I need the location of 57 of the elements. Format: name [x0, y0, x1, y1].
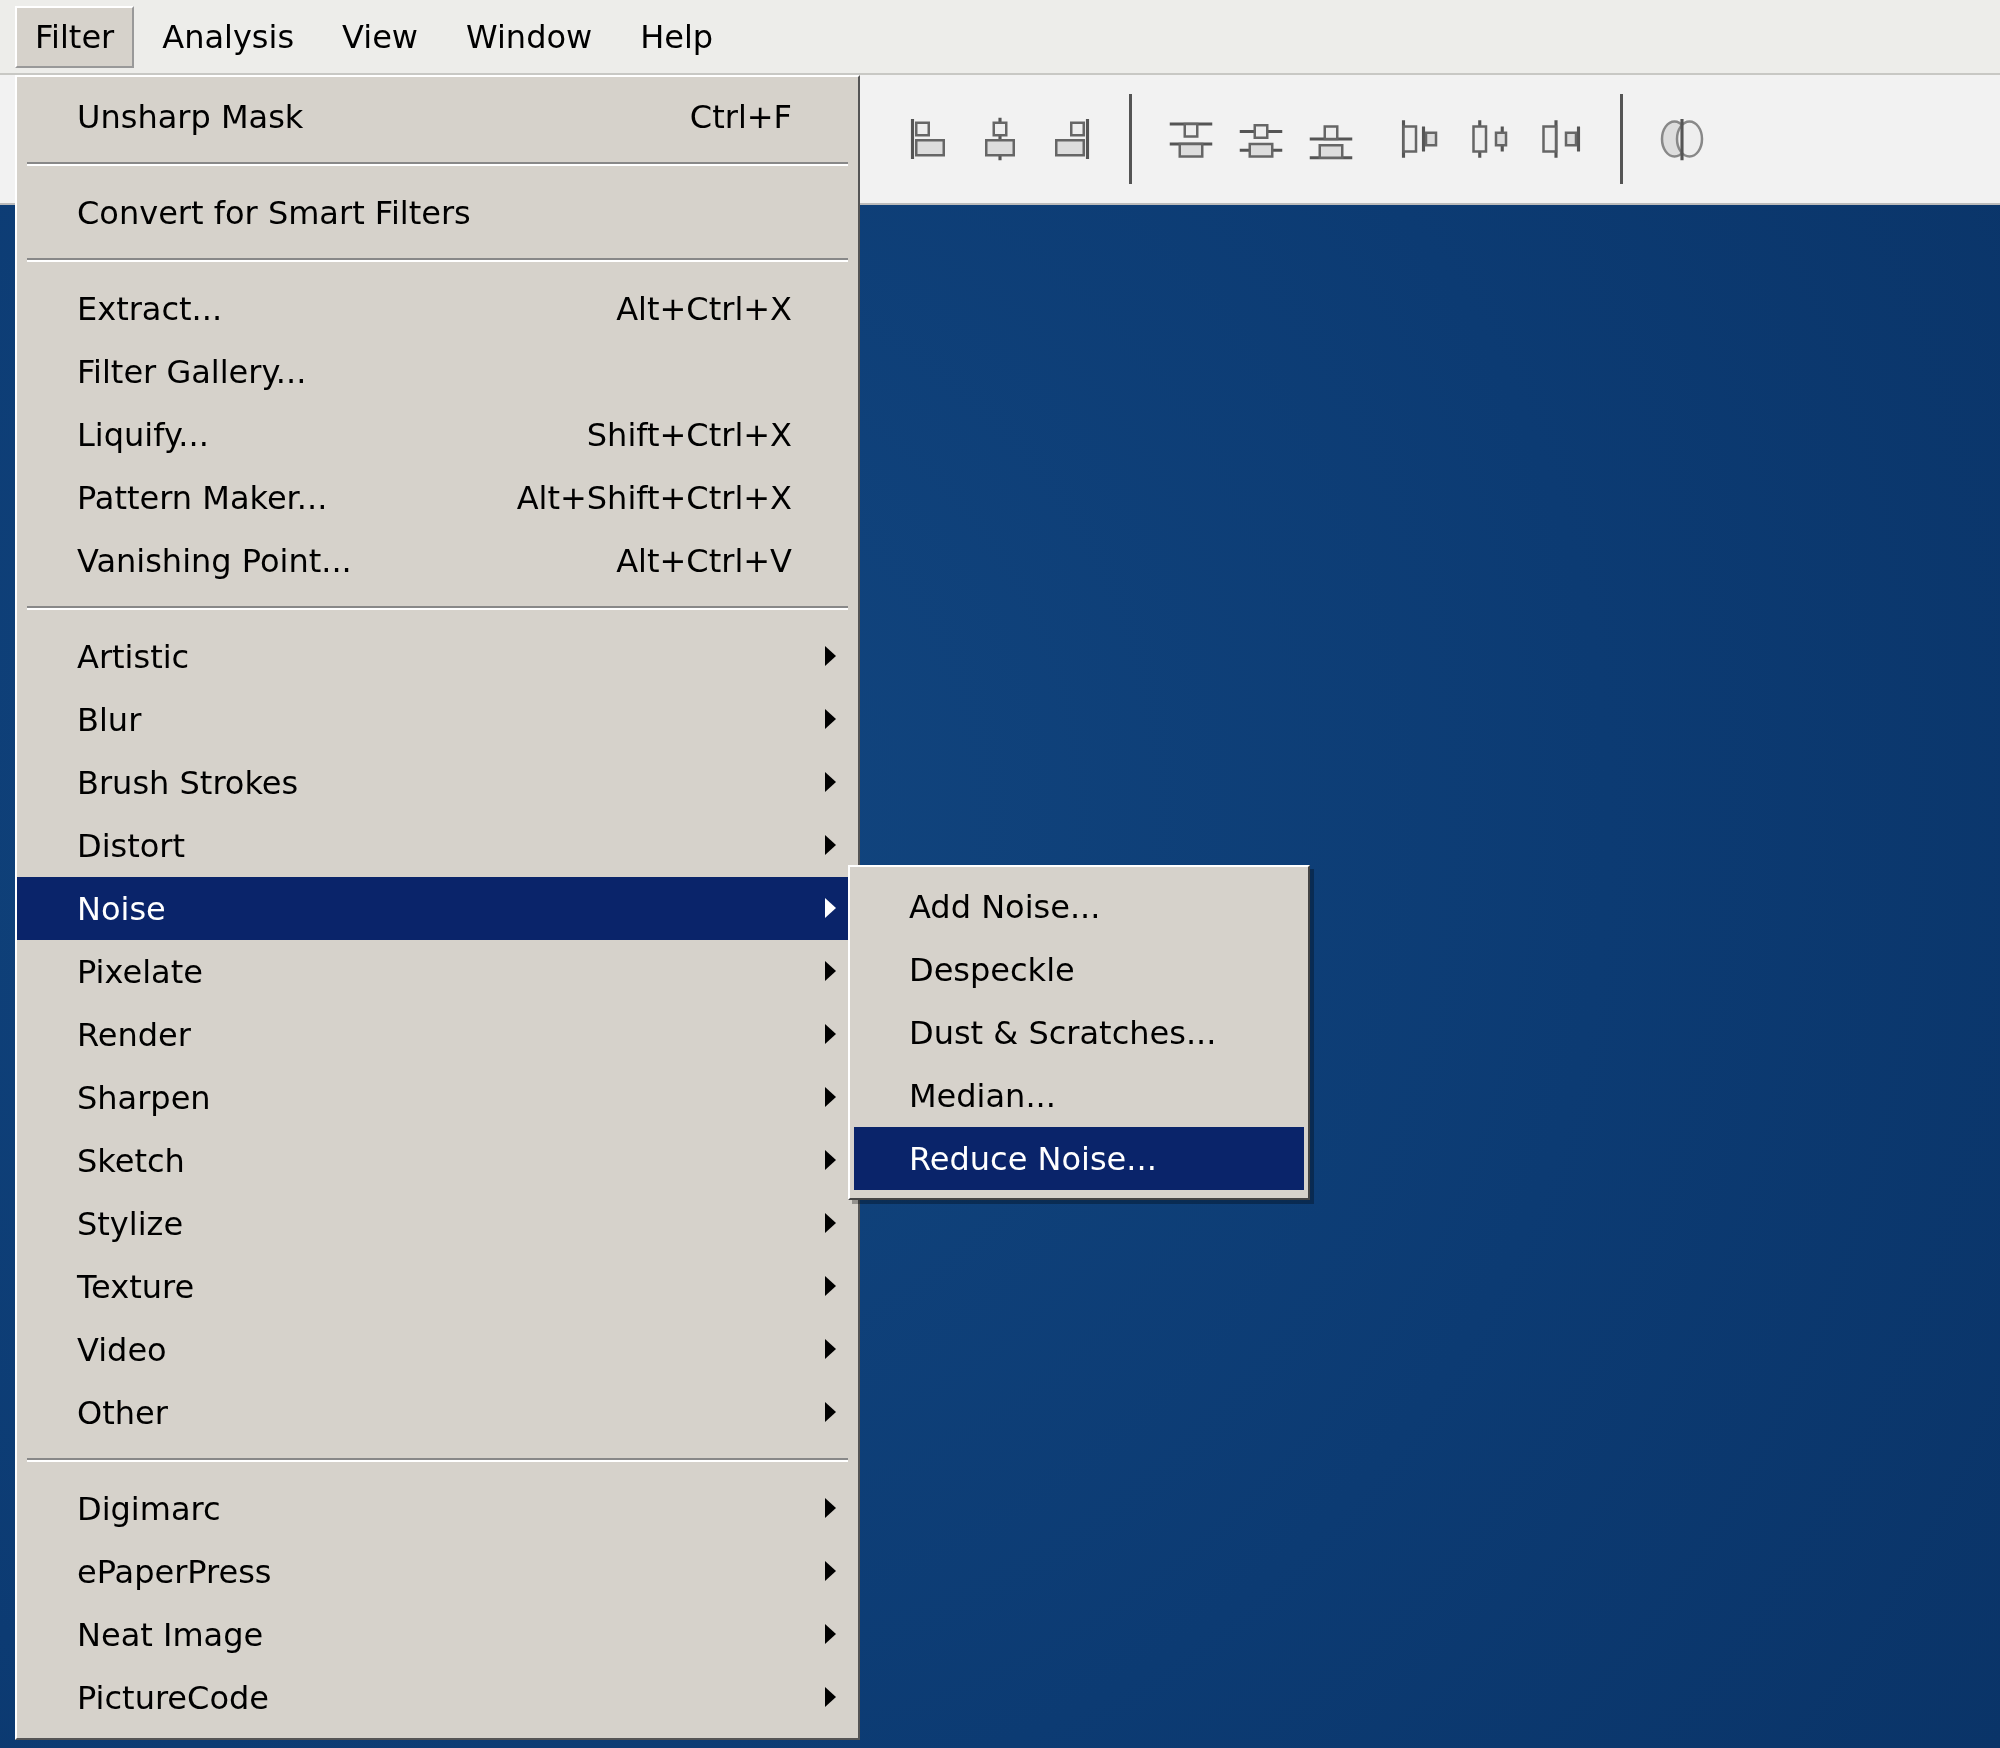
menu-item[interactable]: Blur — [17, 688, 858, 751]
menu-item[interactable]: Extract... Alt+Ctrl+X — [17, 277, 858, 340]
menu-item[interactable]: Stylize — [17, 1192, 858, 1255]
menu-item-label: Extract... — [77, 289, 223, 328]
menu-item[interactable]: PictureCode — [17, 1666, 858, 1729]
menu-item-label: Video — [77, 1330, 167, 1369]
menu-item-label: Unsharp Mask — [77, 97, 304, 136]
submenu-item[interactable]: Despeckle — [854, 938, 1304, 1001]
menu-item-label: Digimarc — [77, 1489, 221, 1528]
shortcut-label: Ctrl+F — [689, 97, 792, 136]
menu-bar-item[interactable]: Analysis — [142, 5, 315, 68]
submenu-item[interactable]: Dust & Scratches... — [854, 1001, 1304, 1064]
menu-item[interactable]: Convert for Smart Filters — [17, 181, 858, 244]
menu-item[interactable]: Vanishing Point... Alt+Ctrl+V — [17, 529, 858, 592]
menu-item-label: Stylize — [77, 1204, 184, 1243]
menu-item[interactable]: Neat Image — [17, 1603, 858, 1666]
menu-item-label: Noise — [77, 889, 166, 928]
menu-item-label: Texture — [77, 1267, 195, 1306]
menu-item[interactable]: Other — [17, 1381, 858, 1444]
menu-item-label: Render — [77, 1015, 191, 1054]
menu-item-label: Vanishing Point... — [77, 541, 352, 580]
menu-item-label: Filter Gallery... — [77, 352, 307, 391]
menu-item-label: PictureCode — [77, 1678, 269, 1717]
menu-bar-item[interactable]: View — [322, 5, 439, 68]
menu-item-label: Other — [77, 1393, 168, 1432]
shortcut-label: Alt+Shift+Ctrl+X — [516, 478, 792, 517]
menu-item-label: Brush Strokes — [77, 763, 299, 802]
menu-item-label: Liquify... — [77, 415, 209, 454]
shortcut-label: Alt+Ctrl+X — [616, 289, 792, 328]
menu-item[interactable]: Brush Strokes — [17, 751, 858, 814]
menu-item[interactable]: Pattern Maker... Alt+Shift+Ctrl+X — [17, 466, 858, 529]
submenu-item[interactable]: Reduce Noise... — [854, 1127, 1304, 1190]
menu-item-label: Pixelate — [77, 952, 203, 991]
menu-item[interactable]: Liquify... Shift+Ctrl+X — [17, 403, 858, 466]
menu-bar-item[interactable]: Filter — [15, 5, 135, 68]
menu-bar-item[interactable]: Window — [446, 5, 613, 68]
menu-item[interactable]: Artistic — [17, 625, 858, 688]
menu-item-label: Sharpen — [77, 1078, 211, 1117]
menu-item[interactable]: Video — [17, 1318, 858, 1381]
menu-item-label: Blur — [77, 700, 142, 739]
menu-item[interactable]: ePaperPress — [17, 1540, 858, 1603]
menu-item[interactable]: Texture — [17, 1255, 858, 1318]
menu-item-label: Artistic — [77, 637, 190, 676]
menu-item-label: Neat Image — [77, 1615, 264, 1654]
menu-item[interactable]: Distort — [17, 814, 858, 877]
submenu-item[interactable]: Median... — [854, 1064, 1304, 1127]
menu-item[interactable]: Filter Gallery... — [17, 340, 858, 403]
menu-item-label: Convert for Smart Filters — [77, 193, 471, 232]
menu-item-label: Pattern Maker... — [77, 478, 328, 517]
menu-item[interactable]: Digimarc — [17, 1477, 858, 1540]
shortcut-label: Alt+Ctrl+V — [616, 541, 792, 580]
menu-item-label: Distort — [77, 826, 186, 865]
menu-item[interactable]: Unsharp Mask Ctrl+F — [17, 85, 858, 148]
menu-item-label: Sketch — [77, 1141, 185, 1180]
shortcut-label: Shift+Ctrl+X — [586, 415, 792, 454]
menu-item-label: ePaperPress — [77, 1552, 272, 1591]
menu-bar-item[interactable]: Help — [620, 5, 734, 68]
